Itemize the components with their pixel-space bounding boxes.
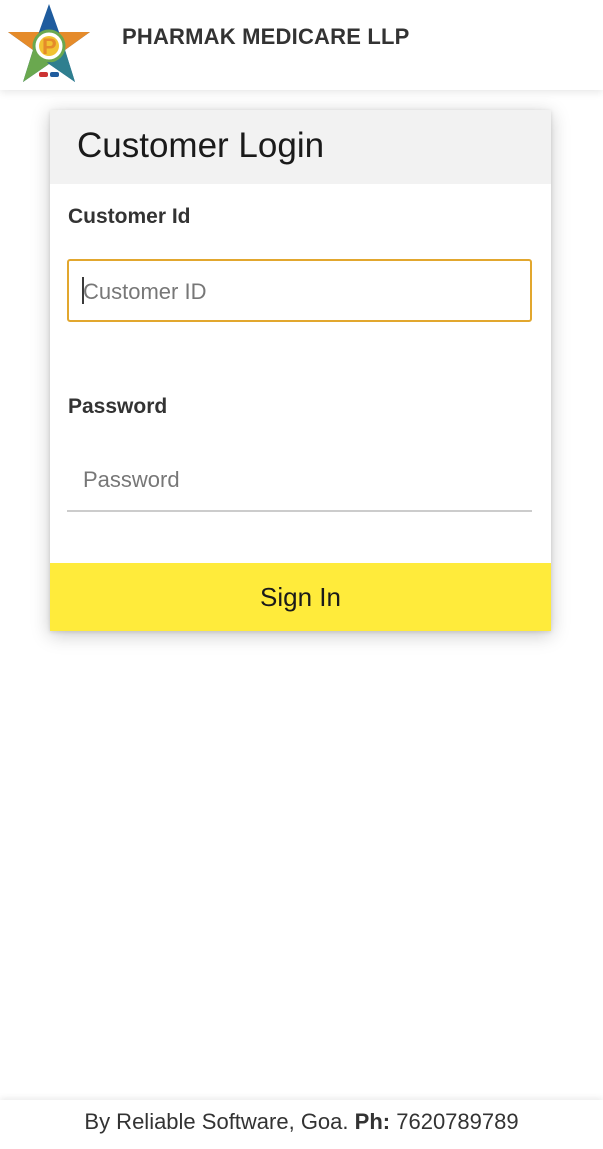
password-label: Password bbox=[68, 395, 168, 418]
customer-id-input[interactable] bbox=[81, 261, 525, 322]
footer-phone-number: 7620789789 bbox=[396, 1109, 519, 1134]
login-card: Customer Login Customer Id Password Sign… bbox=[50, 110, 551, 631]
customer-id-field-container[interactable] bbox=[67, 259, 532, 322]
app-header: P PHARMAK MEDICARE LLP bbox=[0, 0, 603, 90]
password-input[interactable] bbox=[81, 450, 525, 510]
svg-text:P: P bbox=[42, 34, 57, 59]
footer-credit: By Reliable Software, Goa. bbox=[84, 1109, 349, 1134]
sign-in-button[interactable]: Sign In bbox=[50, 563, 551, 631]
pharmak-star-logo-icon: P bbox=[8, 4, 90, 82]
footer-phone-label: Ph: bbox=[354, 1109, 391, 1134]
login-title: Customer Login bbox=[77, 126, 325, 165]
company-name: PHARMAK MEDICARE LLP bbox=[122, 24, 410, 49]
footer: By Reliable Software, Goa. Ph: 762078978… bbox=[0, 1100, 603, 1149]
login-page: P PHARMAK MEDICARE LLP Customer Login Cu… bbox=[0, 0, 603, 1149]
customer-id-label: Customer Id bbox=[68, 205, 191, 228]
text-caret bbox=[82, 277, 84, 304]
password-field-container[interactable] bbox=[67, 450, 532, 512]
login-card-header: Customer Login bbox=[50, 110, 551, 184]
